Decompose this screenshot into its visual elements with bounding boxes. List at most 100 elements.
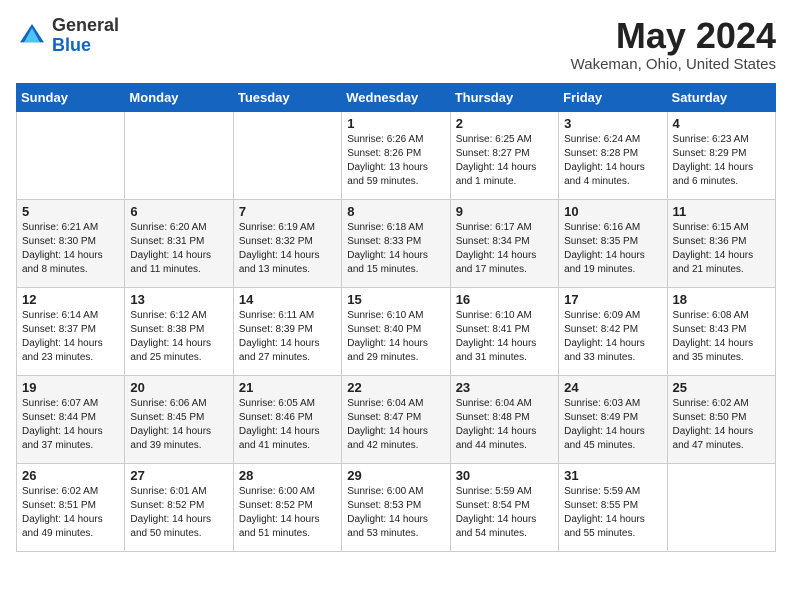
calendar-cell: 26 Sunrise: 6:02 AMSunset: 8:51 PMDayligh… (17, 463, 125, 551)
day-info: Sunrise: 6:02 AMSunset: 8:51 PMDaylight:… (22, 485, 119, 541)
day-info: Sunrise: 6:23 AMSunset: 8:29 PMDaylight:… (673, 133, 770, 189)
day-number: 9 (456, 204, 553, 219)
calendar-cell: 30 Sunrise: 5:59 AMSunset: 8:54 PMDayligh… (450, 463, 558, 551)
calendar-cell: 18 Sunrise: 6:08 AMSunset: 8:43 PMDayligh… (667, 287, 775, 375)
day-info: Sunrise: 6:18 AMSunset: 8:33 PMDaylight:… (347, 221, 444, 277)
calendar-table: SundayMondayTuesdayWednesdayThursdayFrid… (16, 83, 776, 552)
day-number: 31 (564, 468, 661, 483)
calendar-cell: 10 Sunrise: 6:16 AMSunset: 8:35 PMDayligh… (559, 199, 667, 287)
day-number: 20 (130, 380, 227, 395)
weekday-header: Wednesday (342, 83, 450, 111)
day-number: 13 (130, 292, 227, 307)
calendar-cell: 21 Sunrise: 6:05 AMSunset: 8:46 PMDayligh… (233, 375, 341, 463)
day-number: 4 (673, 116, 770, 131)
weekday-header: Saturday (667, 83, 775, 111)
day-number: 28 (239, 468, 336, 483)
day-info: Sunrise: 6:10 AMSunset: 8:41 PMDaylight:… (456, 309, 553, 365)
month-title: May 2024 (571, 16, 776, 56)
calendar-week-row: 5 Sunrise: 6:21 AMSunset: 8:30 PMDaylight… (17, 199, 776, 287)
calendar-week-row: 12 Sunrise: 6:14 AMSunset: 8:37 PMDayligh… (17, 287, 776, 375)
calendar-cell: 20Sunrise: 6:06 AMSunset: 8:45 PMDayligh… (125, 375, 233, 463)
title-block: May 2024 Wakeman, Ohio, United States (571, 16, 776, 73)
weekday-header: Friday (559, 83, 667, 111)
day-info: Sunrise: 6:00 AMSunset: 8:52 PMDaylight:… (239, 485, 336, 541)
day-info: Sunrise: 5:59 AMSunset: 8:54 PMDaylight:… (456, 485, 553, 541)
day-info: Sunrise: 6:07 AMSunset: 8:44 PMDaylight:… (22, 397, 119, 453)
calendar-cell: 4 Sunrise: 6:23 AMSunset: 8:29 PMDaylight… (667, 111, 775, 199)
calendar-cell: 29Sunrise: 6:00 AMSunset: 8:53 PMDayligh… (342, 463, 450, 551)
day-info: Sunrise: 6:04 AMSunset: 8:48 PMDaylight:… (456, 397, 553, 453)
day-info: Sunrise: 6:08 AMSunset: 8:43 PMDaylight:… (673, 309, 770, 365)
day-info: Sunrise: 6:24 AMSunset: 8:28 PMDaylight:… (564, 133, 661, 189)
calendar-header-row: SundayMondayTuesdayWednesdayThursdayFrid… (17, 83, 776, 111)
calendar-week-row: 19 Sunrise: 6:07 AMSunset: 8:44 PMDayligh… (17, 375, 776, 463)
day-number: 2 (456, 116, 553, 131)
logo-blue: Blue (52, 36, 119, 56)
calendar-cell: 25Sunrise: 6:02 AMSunset: 8:50 PMDayligh… (667, 375, 775, 463)
day-number: 15 (347, 292, 444, 307)
page-header: General Blue May 2024 Wakeman, Ohio, Uni… (16, 16, 776, 73)
location: Wakeman, Ohio, United States (571, 56, 776, 73)
day-number: 6 (130, 204, 227, 219)
day-number: 24 (564, 380, 661, 395)
calendar-cell (125, 111, 233, 199)
weekday-header: Tuesday (233, 83, 341, 111)
day-number: 14 (239, 292, 336, 307)
day-info: Sunrise: 6:09 AMSunset: 8:42 PMDaylight:… (564, 309, 661, 365)
day-info: Sunrise: 5:59 AMSunset: 8:55 PMDaylight:… (564, 485, 661, 541)
day-number: 26 (22, 468, 119, 483)
calendar-cell: 13 Sunrise: 6:12 AMSunset: 8:38 PMDayligh… (125, 287, 233, 375)
calendar-cell: 3Sunrise: 6:24 AMSunset: 8:28 PMDaylight… (559, 111, 667, 199)
day-number: 23 (456, 380, 553, 395)
day-info: Sunrise: 6:12 AMSunset: 8:38 PMDaylight:… (130, 309, 227, 365)
weekday-header: Monday (125, 83, 233, 111)
day-info: Sunrise: 6:19 AMSunset: 8:32 PMDaylight:… (239, 221, 336, 277)
calendar-cell: 24 Sunrise: 6:03 AMSunset: 8:49 PMDayligh… (559, 375, 667, 463)
day-info: Sunrise: 6:21 AMSunset: 8:30 PMDaylight:… (22, 221, 119, 277)
day-info: Sunrise: 6:03 AMSunset: 8:49 PMDaylight:… (564, 397, 661, 453)
day-number: 21 (239, 380, 336, 395)
calendar-week-row: 26 Sunrise: 6:02 AMSunset: 8:51 PMDayligh… (17, 463, 776, 551)
day-info: Sunrise: 6:17 AMSunset: 8:34 PMDaylight:… (456, 221, 553, 277)
day-info: Sunrise: 6:00 AMSunset: 8:53 PMDaylight:… (347, 485, 444, 541)
day-number: 19 (22, 380, 119, 395)
day-info: Sunrise: 6:04 AMSunset: 8:47 PMDaylight:… (347, 397, 444, 453)
day-info: Sunrise: 6:26 AMSunset: 8:26 PMDaylight:… (347, 133, 444, 189)
day-info: Sunrise: 6:05 AMSunset: 8:46 PMDaylight:… (239, 397, 336, 453)
day-number: 25 (673, 380, 770, 395)
calendar-cell (17, 111, 125, 199)
calendar-cell: 28 Sunrise: 6:00 AMSunset: 8:52 PMDayligh… (233, 463, 341, 551)
day-number: 10 (564, 204, 661, 219)
calendar-cell: 1 Sunrise: 6:26 AMSunset: 8:26 PMDaylight… (342, 111, 450, 199)
day-number: 22 (347, 380, 444, 395)
logo-icon (16, 20, 48, 52)
calendar-cell: 16 Sunrise: 6:10 AMSunset: 8:41 PMDayligh… (450, 287, 558, 375)
calendar-cell: 12 Sunrise: 6:14 AMSunset: 8:37 PMDayligh… (17, 287, 125, 375)
day-number: 7 (239, 204, 336, 219)
calendar-cell: 14 Sunrise: 6:11 AMSunset: 8:39 PMDayligh… (233, 287, 341, 375)
calendar-cell: 6 Sunrise: 6:20 AMSunset: 8:31 PMDaylight… (125, 199, 233, 287)
day-number: 16 (456, 292, 553, 307)
weekday-header: Sunday (17, 83, 125, 111)
calendar-cell: 7 Sunrise: 6:19 AMSunset: 8:32 PMDaylight… (233, 199, 341, 287)
weekday-header: Thursday (450, 83, 558, 111)
calendar-cell: 27Sunrise: 6:01 AMSunset: 8:52 PMDayligh… (125, 463, 233, 551)
calendar-cell: 23 Sunrise: 6:04 AMSunset: 8:48 PMDayligh… (450, 375, 558, 463)
day-number: 12 (22, 292, 119, 307)
day-number: 1 (347, 116, 444, 131)
day-number: 18 (673, 292, 770, 307)
day-number: 5 (22, 204, 119, 219)
day-number: 11 (673, 204, 770, 219)
logo: General Blue (16, 16, 119, 56)
day-info: Sunrise: 6:11 AMSunset: 8:39 PMDaylight:… (239, 309, 336, 365)
calendar-cell: 19 Sunrise: 6:07 AMSunset: 8:44 PMDayligh… (17, 375, 125, 463)
day-info: Sunrise: 6:15 AMSunset: 8:36 PMDaylight:… (673, 221, 770, 277)
day-number: 30 (456, 468, 553, 483)
day-number: 17 (564, 292, 661, 307)
day-info: Sunrise: 6:20 AMSunset: 8:31 PMDaylight:… (130, 221, 227, 277)
calendar-cell (233, 111, 341, 199)
day-info: Sunrise: 6:16 AMSunset: 8:35 PMDaylight:… (564, 221, 661, 277)
day-info: Sunrise: 6:14 AMSunset: 8:37 PMDaylight:… (22, 309, 119, 365)
day-info: Sunrise: 6:10 AMSunset: 8:40 PMDaylight:… (347, 309, 444, 365)
calendar-cell: 31 Sunrise: 5:59 AMSunset: 8:55 PMDayligh… (559, 463, 667, 551)
